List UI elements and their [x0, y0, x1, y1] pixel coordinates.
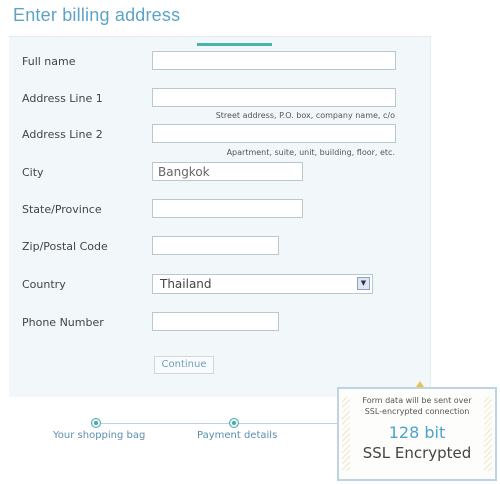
- address-line2-label: Address Line 2: [22, 128, 103, 141]
- step-shopping-bag[interactable]: Your shopping bag: [53, 430, 145, 441]
- address-line1-input[interactable]: [152, 88, 396, 107]
- full-name-label: Full name: [22, 55, 76, 68]
- country-label: Country: [22, 278, 66, 291]
- active-step-underline: [197, 43, 272, 46]
- continue-button[interactable]: Continue: [154, 356, 214, 374]
- ssl-label: SSL Encrypted: [362, 444, 472, 462]
- phone-input[interactable]: [152, 312, 279, 331]
- chevron-down-icon[interactable]: ▼: [357, 277, 370, 290]
- address-line2-hint: Apartment, suite, unit, building, floor,…: [226, 148, 395, 157]
- steps-track: [96, 423, 234, 424]
- badge-border-pattern: [342, 397, 350, 471]
- full-name-input[interactable]: [152, 51, 396, 70]
- zip-input[interactable]: [152, 236, 279, 255]
- step-payment-details: Payment details: [197, 430, 278, 441]
- address-line1-label: Address Line 1: [22, 92, 103, 105]
- ssl-note-line2: SSL-encrypted connection: [364, 407, 470, 416]
- address-line1-hint: Street address, P.O. box, company name, …: [215, 111, 395, 120]
- address-line2-input[interactable]: [152, 124, 396, 143]
- step-dot-shopping-bag: [91, 418, 101, 428]
- phone-label: Phone Number: [22, 316, 104, 329]
- ssl-note: Form data will be sent over SSL-encrypte…: [339, 395, 495, 417]
- ssl-badge: Form data will be sent over SSL-encrypte…: [337, 387, 497, 481]
- city-label: City: [22, 166, 44, 179]
- zip-label: Zip/Postal Code: [22, 240, 108, 253]
- city-input[interactable]: [152, 162, 303, 181]
- page-title: Enter billing address: [13, 5, 181, 25]
- country-select-value: Thailand: [160, 277, 212, 291]
- state-input[interactable]: [152, 199, 303, 218]
- checkout-steps: Your shopping bag Payment details: [0, 400, 340, 460]
- country-select[interactable]: Thailand ▼: [152, 274, 373, 294]
- ssl-bits: 128 bit: [388, 423, 446, 442]
- step-dot-payment: [229, 418, 239, 428]
- ssl-note-line1: Form data will be sent over: [362, 396, 472, 405]
- steps-track-tail: [234, 423, 338, 424]
- state-label: State/Province: [22, 203, 102, 216]
- badge-border-pattern: [484, 397, 492, 471]
